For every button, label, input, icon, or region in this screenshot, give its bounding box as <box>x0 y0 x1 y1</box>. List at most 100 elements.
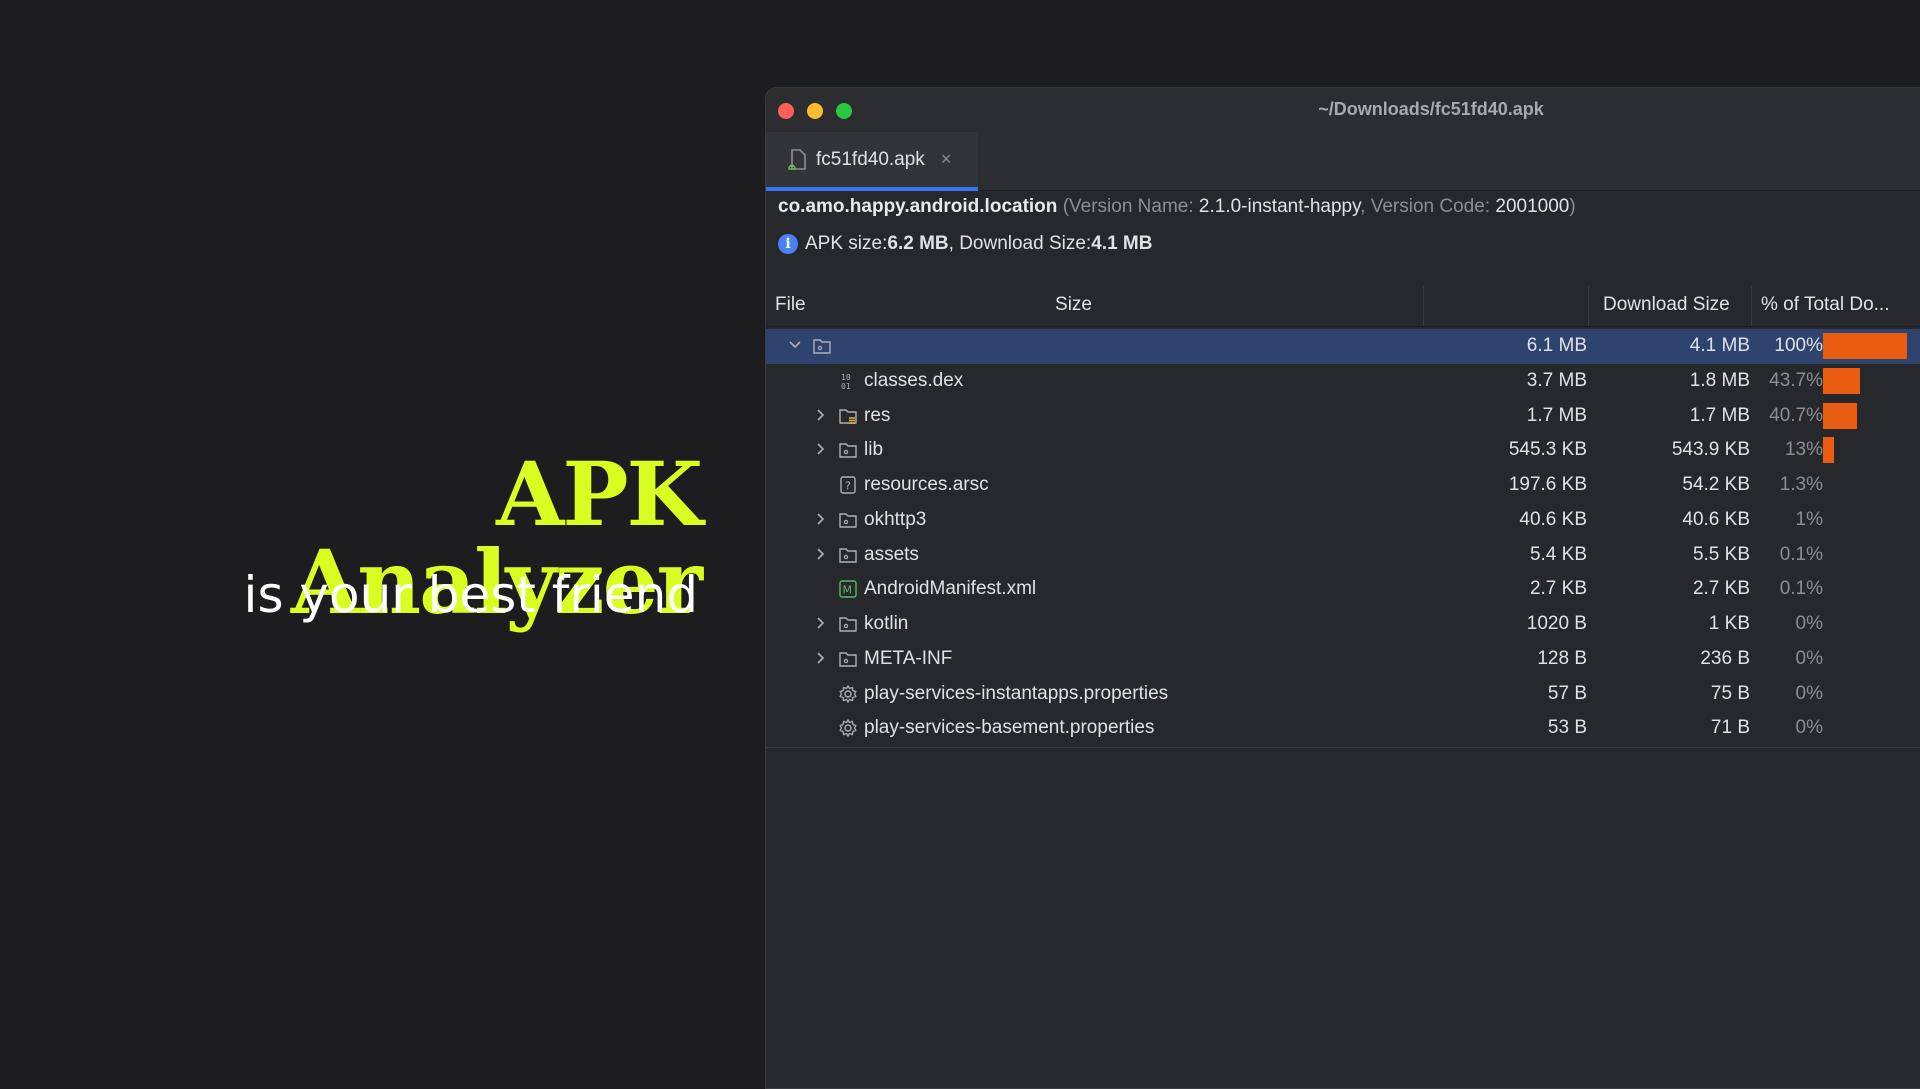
folder-icon <box>812 336 832 356</box>
file-name: okhttp3 <box>864 508 927 530</box>
folder-icon <box>838 510 858 530</box>
download-size-cell: 4.1 MB <box>1689 335 1750 356</box>
gear-icon <box>838 684 858 704</box>
tab-apk-file[interactable]: fc51fd40.apk × <box>766 132 978 191</box>
res-folder-icon <box>838 406 858 426</box>
file-name: play-services-basement.properties <box>864 717 1155 739</box>
percent-cell: 0% <box>1795 682 1823 704</box>
tree-row[interactable]: play-services-instantapps.properties 57 B… <box>766 677 1920 712</box>
file-name: lib <box>864 439 884 461</box>
percent-cell: 1.3% <box>1779 474 1823 495</box>
hero-subtitle: is your best friend <box>243 566 698 624</box>
download-size-cell: 1.7 MB <box>1689 404 1750 426</box>
percent-bar <box>1823 402 1857 429</box>
chevron-right-icon[interactable] <box>814 545 828 560</box>
download-size-cell: 5.5 KB <box>1692 543 1750 565</box>
tree-row[interactable]: okhttp3 40.6 KB 40.6 KB 1% <box>766 503 1920 538</box>
file-size: 3.7 MB <box>1526 369 1587 391</box>
package-name: co.amo.happy.android.location <box>778 196 1058 217</box>
file-size: 53 B <box>1547 717 1587 739</box>
column-header-file[interactable]: File <box>775 294 806 316</box>
percent-cell: 0.1% <box>1779 543 1823 565</box>
download-size-cell: 236 B <box>1700 647 1750 669</box>
download-size-label: Download Size: <box>959 233 1092 254</box>
file-name: classes.dex <box>864 369 964 391</box>
tree-row[interactable]: M AndroidManifest.xml 2.7 KB 2.7 KB 0.1% <box>766 572 1920 607</box>
chevron-right-icon[interactable] <box>814 649 828 664</box>
size-summary: i APK size: 6.2 MB, Download Size: 4.1 M… <box>778 233 1152 255</box>
file-size: 1.7 MB <box>1526 404 1587 426</box>
percent-cell: 0% <box>1795 647 1823 669</box>
file-size: 5.4 KB <box>1529 543 1587 565</box>
file-size: 197.6 KB <box>1508 474 1587 495</box>
file-size: 6.1 MB <box>1526 335 1587 356</box>
tab-bar: fc51fd40.apk × <box>766 132 1920 191</box>
download-size: 4.1 MB <box>1091 233 1153 254</box>
percent-bar <box>1823 333 1907 359</box>
file-size: 2.7 KB <box>1529 578 1587 600</box>
window-title: ~/Downloads/fc51fd40.apk <box>1318 99 1544 119</box>
percent-cell: 0% <box>1795 613 1823 634</box>
file-size: 128 B <box>1537 647 1587 669</box>
file-name: assets <box>864 543 919 565</box>
tree-row-root[interactable]: 6.1 MB 4.1 MB 100% <box>766 329 1920 364</box>
file-name: resources.arsc <box>864 474 989 495</box>
title-bar: ~/Downloads/fc51fd40.apk <box>766 88 1920 132</box>
download-size-cell: 54.2 KB <box>1682 474 1750 495</box>
percent-bar <box>1823 437 1834 464</box>
tree-row[interactable]: kotlin 1020 B 1 KB 0% <box>766 607 1920 642</box>
file-size: 57 B <box>1547 682 1587 704</box>
download-size-cell: 40.6 KB <box>1682 508 1750 530</box>
column-header-percent[interactable]: % of Total Do... <box>1761 294 1890 316</box>
folder-icon <box>838 614 858 634</box>
file-tree: 6.1 MB 4.1 MB 10 0% 10 01 classes.dex 3.7 MB 1.8… <box>766 329 1920 746</box>
file-size: 40.6 KB <box>1519 508 1587 530</box>
download-size-cell: 2.7 KB <box>1692 578 1750 600</box>
manifest-icon: M <box>838 579 858 599</box>
download-size-cell: 543.9 KB <box>1671 439 1750 461</box>
version-name-label: Version Name: <box>1069 196 1199 217</box>
file-name: META-INF <box>864 647 953 669</box>
tree-row[interactable]: 10 01 classes.dex 3.7 MB 1.8 MB 43.7% <box>766 364 1920 399</box>
tree-row[interactable]: play-services-basement.properties 53 B 71 … <box>766 711 1920 746</box>
apk-size: 6.2 MB <box>887 233 949 254</box>
file-size: 545.3 KB <box>1508 439 1587 461</box>
unknown-file-icon: ? <box>838 475 858 495</box>
gear-icon <box>838 718 858 738</box>
tree-row[interactable]: META-INF 128 B 236 B 0% <box>766 642 1920 677</box>
folder-icon <box>838 649 858 669</box>
tree-row[interactable]: ? resources.arsc 197.6 KB 54.2 KB 1.3% <box>766 468 1920 503</box>
download-size-cell: 75 B <box>1710 682 1750 704</box>
chevron-right-icon[interactable] <box>814 510 828 525</box>
column-header-download-size[interactable]: Download Size <box>1603 294 1756 316</box>
percent-cell: 0% <box>1795 717 1823 739</box>
percent-bar <box>1823 367 1860 394</box>
dex-icon: 10 01 <box>838 371 858 391</box>
download-size-cell: 1.8 MB <box>1689 369 1750 391</box>
apk-size-label: APK size: <box>805 233 888 254</box>
svg-text:10: 10 <box>841 373 851 382</box>
svg-text:M: M <box>843 584 853 597</box>
tree-row[interactable]: assets 5.4 KB 5.5 KB 0.1% <box>766 538 1920 573</box>
chevron-right-icon[interactable] <box>814 614 828 629</box>
chevron-right-icon[interactable] <box>814 406 828 421</box>
download-size-cell: 1 KB <box>1708 613 1750 634</box>
version-code: 2001000 <box>1495 196 1570 217</box>
column-header-size[interactable]: Size <box>1055 294 1092 316</box>
tree-row[interactable]: res 1.7 MB 1.7 MB 40.7% <box>766 399 1920 434</box>
file-size: 1020 B <box>1526 613 1587 634</box>
version-code-label: Version Code: <box>1370 196 1496 217</box>
percent-cell: 1% <box>1795 508 1823 530</box>
file-name: res <box>864 404 891 426</box>
folder-icon <box>838 440 858 460</box>
table-header: File Size Download Size % of Total Do... <box>766 286 1920 327</box>
folder-icon <box>838 545 858 565</box>
chevron-down-icon[interactable] <box>788 336 802 350</box>
chevron-right-icon[interactable] <box>814 440 828 455</box>
percent-cell: 0.1% <box>1779 578 1823 600</box>
tree-row[interactable]: lib 545.3 KB 543.9 KB 13% <box>766 433 1920 468</box>
file-name: kotlin <box>864 613 909 634</box>
apk-file-icon <box>788 148 806 170</box>
version-name: 2.1.0-instant-happy <box>1198 196 1361 217</box>
tab-close-icon[interactable]: × <box>941 149 952 170</box>
